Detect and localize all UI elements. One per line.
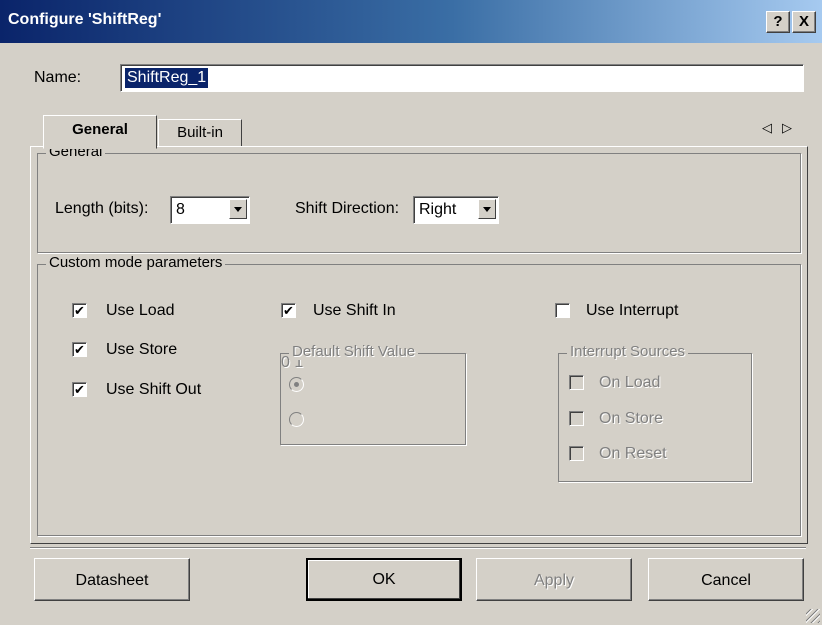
general-group: General Length (bits): 8 Shift Direction… bbox=[37, 143, 801, 253]
tab-scroll-right-icon[interactable]: ▷ bbox=[782, 120, 792, 136]
default-shift-group: Default Shift Value 0 1 bbox=[280, 343, 466, 445]
name-input[interactable]: ShiftReg_1 bbox=[120, 64, 804, 92]
resize-grip-icon[interactable] bbox=[806, 609, 820, 623]
use-shift-in-checkbox[interactable]: ✔ bbox=[281, 303, 296, 318]
chevron-down-icon[interactable] bbox=[229, 199, 247, 219]
on-reset-label: On Reset bbox=[599, 445, 667, 462]
window-title: Configure 'ShiftReg' bbox=[8, 11, 162, 28]
on-store-checkbox[interactable] bbox=[569, 411, 584, 426]
use-interrupt-checkbox[interactable] bbox=[555, 303, 570, 318]
ok-button[interactable]: OK bbox=[306, 558, 462, 601]
use-shift-out-label: Use Shift Out bbox=[106, 381, 202, 398]
title-bar[interactable]: Configure 'ShiftReg' ? X bbox=[0, 0, 822, 43]
apply-button[interactable]: Apply bbox=[476, 558, 632, 601]
use-shift-out-checkbox[interactable]: ✔ bbox=[72, 382, 87, 397]
shift-value-1-radio[interactable] bbox=[289, 412, 304, 427]
on-load-label: On Load bbox=[599, 374, 661, 391]
on-reset-checkbox[interactable] bbox=[569, 446, 584, 461]
interrupt-sources-legend: Interrupt Sources bbox=[567, 343, 689, 360]
on-load-checkbox[interactable] bbox=[569, 375, 584, 390]
shift-direction-label: Shift Direction: bbox=[295, 200, 400, 217]
use-store-checkbox[interactable]: ✔ bbox=[72, 342, 87, 357]
chevron-down-icon[interactable] bbox=[478, 199, 496, 219]
interrupt-sources-group: Interrupt Sources On Load On Store On Re… bbox=[558, 343, 752, 482]
tab-scroll-left-icon[interactable]: ◁ bbox=[762, 120, 772, 136]
datasheet-button[interactable]: Datasheet bbox=[34, 558, 190, 601]
shift-direction-select-value: Right bbox=[419, 201, 457, 218]
use-interrupt-label: Use Interrupt bbox=[586, 302, 679, 319]
cancel-button[interactable]: Cancel bbox=[648, 558, 804, 601]
shift-value-0-radio[interactable] bbox=[289, 377, 304, 392]
length-select[interactable]: 8 bbox=[170, 196, 250, 224]
custom-mode-group: Custom mode parameters ✔ Use Load ✔ Use … bbox=[37, 254, 801, 536]
use-shift-in-label: Use Shift In bbox=[313, 302, 396, 319]
custom-mode-group-legend: Custom mode parameters bbox=[46, 254, 226, 271]
name-input-value: ShiftReg_1 bbox=[125, 68, 209, 88]
use-load-label: Use Load bbox=[106, 302, 175, 319]
tab-panel: General Length (bits): 8 Shift Direction… bbox=[30, 143, 808, 544]
separator bbox=[30, 547, 806, 549]
shift-direction-select[interactable]: Right bbox=[413, 196, 499, 224]
close-button[interactable]: X bbox=[792, 11, 816, 33]
tab-built-in[interactable]: Built-in bbox=[158, 119, 242, 147]
on-store-label: On Store bbox=[599, 410, 664, 427]
tab-general[interactable]: General bbox=[43, 115, 157, 149]
use-store-label: Use Store bbox=[106, 341, 178, 358]
help-button[interactable]: ? bbox=[766, 11, 790, 33]
use-load-checkbox[interactable]: ✔ bbox=[72, 303, 87, 318]
default-shift-legend: Default Shift Value bbox=[289, 343, 419, 360]
length-label: Length (bits): bbox=[55, 200, 149, 217]
length-select-value: 8 bbox=[176, 201, 185, 218]
name-label: Name: bbox=[34, 69, 82, 86]
